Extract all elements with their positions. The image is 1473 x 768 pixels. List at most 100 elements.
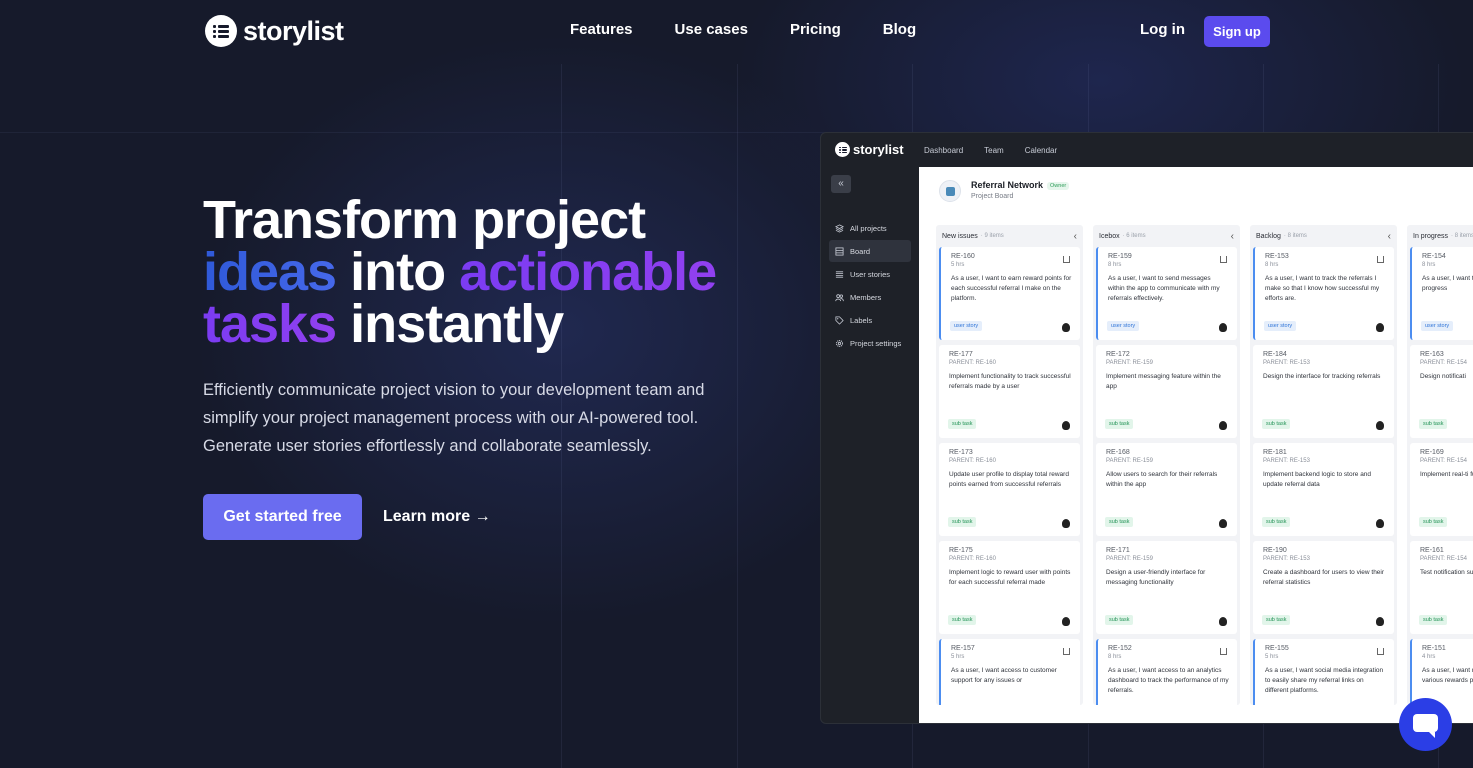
issue-description: Update user profile to display total rew… bbox=[949, 471, 1069, 488]
app-nav-team[interactable]: Team bbox=[984, 146, 1004, 155]
assignee-avatar bbox=[1062, 323, 1070, 332]
issue-card[interactable]: RE-190 PARENT: RE-153 Create a dashboard f… bbox=[1253, 541, 1394, 634]
sidebar-item-all-projects[interactable]: All projects bbox=[829, 217, 911, 239]
main-nav: Features Use cases Pricing Blog bbox=[570, 21, 916, 38]
issue-description: Test notification successful refer bbox=[1420, 569, 1473, 576]
issue-description: Implement messaging feature within the a… bbox=[1106, 373, 1221, 390]
chevron-left-icon[interactable]: ‹ bbox=[1074, 231, 1077, 242]
issue-meta: 5 hrs bbox=[951, 654, 965, 660]
issue-card[interactable]: RE-157 5 hrs As a user, I want access to c… bbox=[939, 639, 1080, 705]
issue-tag: user story bbox=[1421, 321, 1454, 331]
issue-tag: sub task bbox=[1419, 419, 1448, 429]
issue-card[interactable]: RE-171 PARENT: RE-159 Design a user-friend… bbox=[1096, 541, 1237, 634]
app-logo-list-icon bbox=[835, 142, 850, 157]
issue-card[interactable]: RE-169 PARENT: RE-154 Implement real-ti fu… bbox=[1410, 443, 1473, 536]
login-link[interactable]: Log in bbox=[1140, 21, 1185, 38]
issue-card[interactable]: RE-168 PARENT: RE-159 Allow users to searc… bbox=[1096, 443, 1237, 536]
app-nav-calendar[interactable]: Calendar bbox=[1025, 146, 1057, 155]
app-sidebar: All projects Board User stories Members … bbox=[829, 217, 911, 355]
issue-card[interactable]: RE-172 PARENT: RE-159 Implement messaging … bbox=[1096, 345, 1237, 438]
collapse-sidebar-button[interactable]: « bbox=[831, 175, 851, 193]
issue-meta: PARENT: RE-160 bbox=[949, 458, 996, 464]
issue-card[interactable]: RE-175 PARENT: RE-160 Implement logic to r… bbox=[939, 541, 1080, 634]
column-header: New issues · 9 items ‹ bbox=[936, 225, 1083, 247]
nav-features[interactable]: Features bbox=[570, 21, 633, 38]
issue-meta: PARENT: RE-153 bbox=[1263, 360, 1310, 366]
sidebar-item-project-settings[interactable]: Project settings bbox=[829, 332, 911, 354]
logo-list-icon bbox=[205, 15, 237, 47]
issue-meta: 8 hrs bbox=[1108, 654, 1122, 660]
label-icon bbox=[835, 315, 844, 325]
sidebar-item-members[interactable]: Members bbox=[829, 286, 911, 308]
issue-card[interactable]: RE-160 5 hrs As a user, I want to earn rew… bbox=[939, 247, 1080, 340]
board-column: New issues · 9 items ‹ RE-160 5 hrs As a user… bbox=[936, 225, 1083, 705]
issue-meta: PARENT: RE-159 bbox=[1106, 360, 1153, 366]
issue-id: RE-153 bbox=[1265, 253, 1289, 260]
issue-card[interactable]: RE-163 PARENT: RE-154 Design notificati sub… bbox=[1410, 345, 1473, 438]
issue-id: RE-181 bbox=[1263, 449, 1287, 456]
brand-logo[interactable]: storylist bbox=[205, 15, 344, 47]
project-subtitle: Project Board bbox=[971, 193, 1014, 200]
issue-description: Implement functionality to track success… bbox=[949, 373, 1071, 390]
chat-button[interactable] bbox=[1399, 698, 1452, 751]
sidebar-item-board[interactable]: Board bbox=[829, 240, 911, 262]
get-started-button[interactable]: Get started free bbox=[203, 494, 362, 540]
issue-meta: 8 hrs bbox=[1108, 262, 1122, 268]
issue-card[interactable]: RE-154 8 hrs As a user, I want to successf… bbox=[1410, 247, 1473, 340]
project-avatar bbox=[939, 180, 961, 202]
issue-meta: 5 hrs bbox=[951, 262, 965, 268]
site-header: storylist Features Use cases Pricing Blo… bbox=[0, 0, 1473, 62]
issue-id: RE-171 bbox=[1106, 547, 1130, 554]
nav-pricing[interactable]: Pricing bbox=[790, 21, 841, 38]
hierarchy-icon bbox=[1063, 256, 1070, 263]
issue-tag: sub task bbox=[948, 419, 977, 429]
issue-card[interactable]: RE-173 PARENT: RE-160 Update user profile … bbox=[939, 443, 1080, 536]
issue-card[interactable]: RE-152 8 hrs As a user, I want access to a… bbox=[1096, 639, 1237, 705]
issue-card[interactable]: RE-153 8 hrs As a user, I want to track th… bbox=[1253, 247, 1394, 340]
chevron-left-icon[interactable]: ‹ bbox=[1231, 231, 1234, 242]
issue-tag: user story bbox=[1107, 321, 1140, 331]
hero-word-ideas: ideas bbox=[203, 242, 337, 302]
sidebar-item-label: Labels bbox=[850, 315, 873, 325]
issue-meta: PARENT: RE-153 bbox=[1263, 458, 1310, 464]
issue-card[interactable]: RE-181 PARENT: RE-153 Implement backend lo… bbox=[1253, 443, 1394, 536]
learn-more-link[interactable]: Learn more → bbox=[383, 508, 491, 526]
issue-card[interactable]: RE-184 PARENT: RE-153 Design the interface… bbox=[1253, 345, 1394, 438]
issue-tag: user story bbox=[950, 321, 983, 331]
chevron-left-icon[interactable]: ‹ bbox=[1388, 231, 1391, 242]
hero-word-into: into bbox=[336, 242, 460, 302]
issue-card[interactable]: RE-161 PARENT: RE-154 Test notification su… bbox=[1410, 541, 1473, 634]
issue-meta: PARENT: RE-154 bbox=[1420, 556, 1467, 562]
issue-meta: 8 hrs bbox=[1265, 262, 1279, 268]
issue-meta: PARENT: RE-160 bbox=[949, 360, 996, 366]
app-nav-dashboard[interactable]: Dashboard bbox=[924, 146, 963, 155]
sidebar-item-labels[interactable]: Labels bbox=[829, 309, 911, 331]
issue-id: RE-160 bbox=[951, 253, 975, 260]
issue-description: As a user, I want access to an analytics… bbox=[1108, 667, 1229, 694]
chat-icon bbox=[1413, 714, 1438, 738]
project-header: Referral Network Owner Project Board bbox=[939, 180, 1070, 202]
issue-card[interactable]: RE-177 PARENT: RE-160 Implement functional… bbox=[939, 345, 1080, 438]
issue-meta: PARENT: RE-159 bbox=[1106, 556, 1153, 562]
issue-description: Implement real-ti functionality bbox=[1420, 471, 1473, 478]
nav-blog[interactable]: Blog bbox=[883, 21, 916, 38]
hero-word-actionable: actionable bbox=[459, 242, 717, 302]
board-column: Backlog · 8 items ‹ RE-153 8 hrs As a user, I… bbox=[1250, 225, 1397, 705]
assignee-avatar bbox=[1219, 519, 1227, 528]
issue-id: RE-168 bbox=[1106, 449, 1130, 456]
nav-use-cases[interactable]: Use cases bbox=[675, 21, 748, 38]
hero-word-tasks: tasks bbox=[203, 294, 337, 354]
signup-button[interactable]: Sign up bbox=[1204, 16, 1270, 47]
issue-card[interactable]: RE-151 4 hrs As a user, I want redeem my r… bbox=[1410, 639, 1473, 705]
column-count: · 9 items bbox=[980, 233, 1004, 239]
issue-card[interactable]: RE-155 5 hrs As a user, I want social medi… bbox=[1253, 639, 1394, 705]
board-column: Icebox · 6 items ‹ RE-159 8 hrs As a user, I … bbox=[1093, 225, 1240, 705]
app-logo[interactable]: storylist bbox=[835, 142, 904, 157]
sidebar-item-label: Members bbox=[850, 292, 882, 302]
issue-id: RE-190 bbox=[1263, 547, 1287, 554]
sidebar-item-user-stories[interactable]: User stories bbox=[829, 263, 911, 285]
issue-tag: sub task bbox=[1105, 517, 1134, 527]
issue-description: As a user, I want to track the referrals… bbox=[1265, 275, 1380, 302]
issue-description: Design a user-friendly interface for mes… bbox=[1106, 569, 1206, 586]
issue-card[interactable]: RE-159 8 hrs As a user, I want to send mes… bbox=[1096, 247, 1237, 340]
